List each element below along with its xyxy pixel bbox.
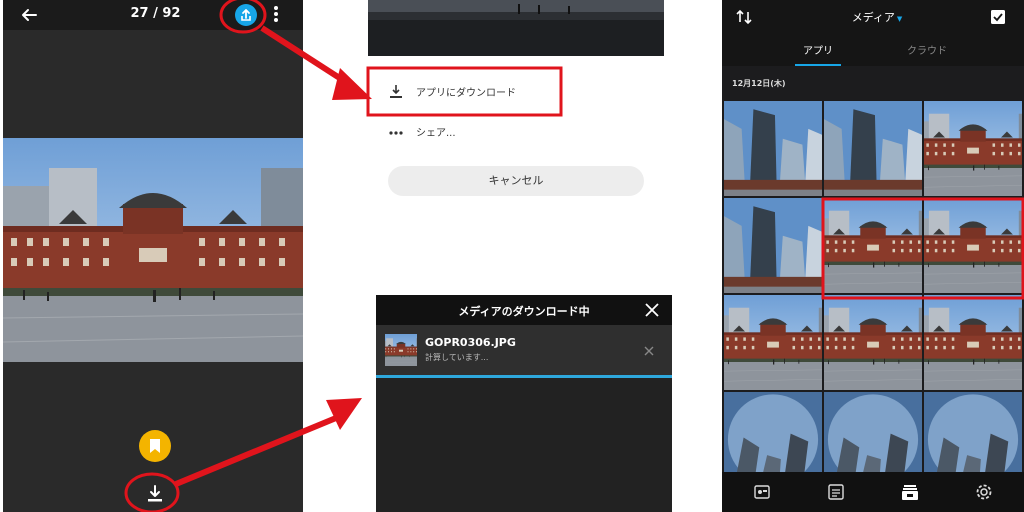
share-label: シェア... xyxy=(416,128,456,139)
composite-screenshot: 27 / 92 アプリにダウンロード シェア... キャンセル メディアのダウン… xyxy=(0,0,1024,512)
download-dialog: メディアのダウンロード中 GOPR0306.JPG 計算しています... xyxy=(376,295,672,512)
media-thumbnail[interactable] xyxy=(724,295,822,390)
close-icon[interactable] xyxy=(642,300,662,320)
arrow-left-icon[interactable] xyxy=(17,3,41,27)
media-thumbnail[interactable] xyxy=(824,295,922,390)
arrow-head-top xyxy=(332,68,372,100)
sort-icon[interactable] xyxy=(734,7,754,27)
media-thumbnail[interactable] xyxy=(924,295,1022,390)
photo-viewer-screen: 27 / 92 xyxy=(3,0,303,512)
chevron-down-icon: ▼ xyxy=(896,15,903,23)
more-vertical-icon[interactable] xyxy=(269,4,283,26)
download-dialog-title: メディアのダウンロード中 xyxy=(458,305,590,318)
gallery-title: メディア xyxy=(851,11,895,24)
photo-counter: 27 / 92 xyxy=(130,6,181,21)
download-to-app-label: アプリにダウンロード xyxy=(416,88,516,99)
cancel-button[interactable]: キャンセル xyxy=(388,166,644,196)
gallery-top-bar: メディア ▼ xyxy=(722,0,1024,34)
settings-icon[interactable] xyxy=(974,482,994,502)
bottom-nav xyxy=(722,472,1024,512)
download-item: GOPR0306.JPG 計算しています... xyxy=(376,325,672,375)
media-thumbnail[interactable] xyxy=(924,101,1022,196)
select-check-icon[interactable] xyxy=(988,7,1008,27)
hilight-tag-icon[interactable] xyxy=(139,430,171,462)
download-icon xyxy=(388,84,404,100)
more-horizontal-icon xyxy=(388,124,404,140)
share-icon[interactable] xyxy=(235,4,257,26)
download-progress-fill xyxy=(376,375,672,378)
date-header: 12月12日(木) xyxy=(732,79,786,88)
download-progress-bar xyxy=(376,375,672,378)
media-thumbnail[interactable] xyxy=(824,101,922,196)
share-option[interactable]: シェア... xyxy=(368,112,664,152)
share-sheet: アプリにダウンロード シェア... キャンセル xyxy=(368,0,664,210)
media-thumbnail[interactable] xyxy=(724,101,822,196)
download-icon[interactable] xyxy=(143,484,167,504)
tab-cloud[interactable]: クラウド xyxy=(882,42,972,57)
list-icon[interactable] xyxy=(826,482,846,502)
arrow-head-bottom xyxy=(326,398,362,430)
file-thumbnail xyxy=(385,334,417,366)
media-thumbnail[interactable] xyxy=(924,198,1022,293)
gallery-tabs: アプリ クラウド xyxy=(722,34,1024,66)
viewer-top-bar: 27 / 92 xyxy=(3,0,303,30)
download-dialog-header: メディアのダウンロード中 xyxy=(376,295,672,325)
media-gallery-screen: メディア ▼ アプリ クラウド 12月12日(木) xyxy=(722,0,1024,512)
file-name: GOPR0306.JPG xyxy=(425,336,516,349)
media-icon[interactable] xyxy=(900,482,920,502)
camera-icon[interactable] xyxy=(752,482,772,502)
photo-preview xyxy=(3,138,303,362)
media-thumbnail[interactable] xyxy=(724,198,822,293)
tab-app[interactable]: アプリ xyxy=(773,42,863,57)
download-to-app-option[interactable]: アプリにダウンロード xyxy=(368,72,664,112)
sheet-photo-preview xyxy=(368,0,664,56)
cancel-item-icon[interactable] xyxy=(642,343,656,357)
download-status: 計算しています... xyxy=(425,353,489,362)
active-tab-indicator xyxy=(795,64,841,66)
gallery-title-dropdown[interactable]: メディア ▼ xyxy=(832,9,922,25)
media-grid xyxy=(724,101,1024,472)
media-thumbnail[interactable] xyxy=(824,198,922,293)
